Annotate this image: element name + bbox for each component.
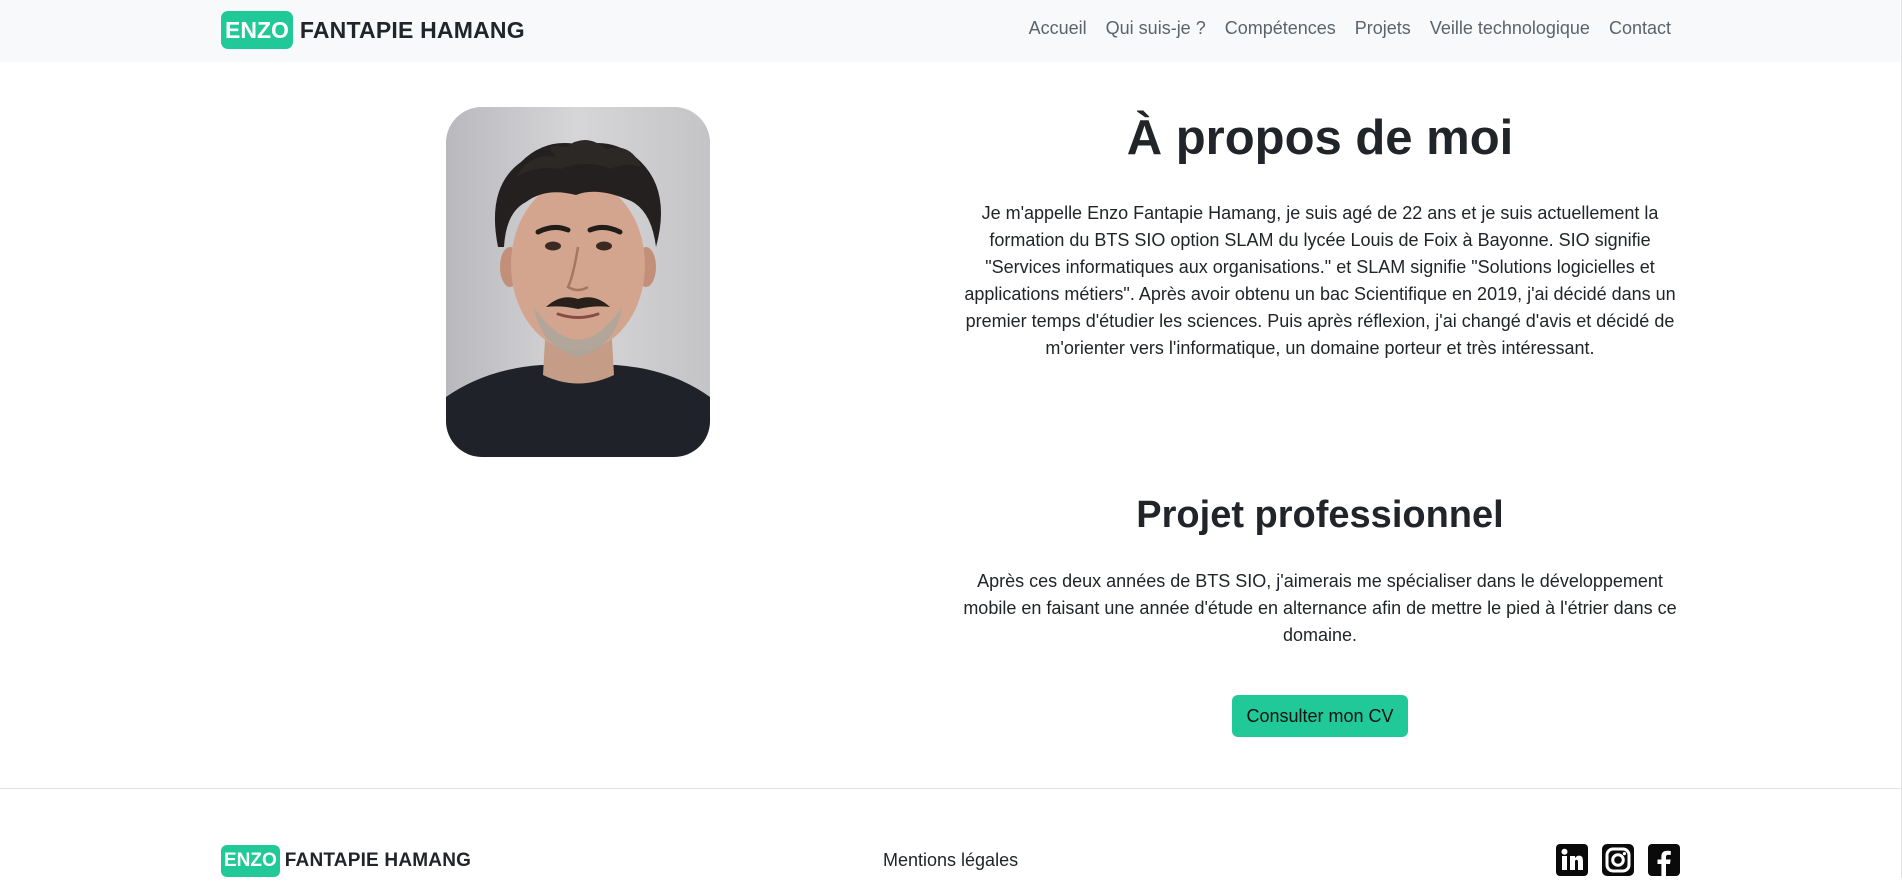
- footer-divider: [0, 788, 1902, 789]
- social-links: [1556, 844, 1680, 876]
- nav-link-qui-suis-je[interactable]: Qui suis-je ?: [1106, 18, 1206, 39]
- footer-brand-badge: ENZO: [221, 845, 280, 877]
- nav-link-accueil[interactable]: Accueil: [1029, 18, 1087, 39]
- brand-badge: ENZO: [221, 11, 293, 49]
- legal-notice-link[interactable]: Mentions légales: [883, 850, 1018, 871]
- footer-brand-name: FANTAPIE HAMANG: [284, 850, 472, 871]
- nav-menu: Accueil Qui suis-je ? Compétences Projet…: [1029, 18, 1671, 39]
- about-text: Je m'appelle Enzo Fantapie Hamang, je su…: [964, 203, 1676, 358]
- about-title: À propos de moi: [1126, 111, 1514, 165]
- facebook-icon[interactable]: [1648, 844, 1680, 876]
- brand-logo[interactable]: ENZO FANTAPIE HAMANG: [221, 11, 525, 49]
- instagram-icon[interactable]: [1602, 844, 1634, 876]
- footer-brand-logo[interactable]: ENZO FANTAPIE HAMANG: [221, 845, 471, 877]
- nav-link-competences[interactable]: Compétences: [1225, 18, 1336, 39]
- profile-photo: [446, 107, 710, 457]
- portrait-illustration: [446, 107, 710, 457]
- navbar: ENZO FANTAPIE HAMANG Accueil Qui suis-je…: [0, 0, 1902, 62]
- nav-link-contact[interactable]: Contact: [1609, 18, 1671, 39]
- linkedin-icon[interactable]: [1556, 844, 1588, 876]
- brand-name: FANTAPIE HAMANG: [299, 16, 525, 43]
- project-text: Après ces deux années de BTS SIO, j'aime…: [963, 571, 1677, 645]
- cv-button[interactable]: Consulter mon CV: [1232, 695, 1408, 737]
- nav-link-veille-technologique[interactable]: Veille technologique: [1430, 18, 1590, 39]
- nav-link-projets[interactable]: Projets: [1355, 18, 1411, 39]
- about-section: À propos de moi Je m'appelle Enzo Fantap…: [958, 100, 1682, 737]
- project-title: Projet professionnel: [1136, 494, 1504, 536]
